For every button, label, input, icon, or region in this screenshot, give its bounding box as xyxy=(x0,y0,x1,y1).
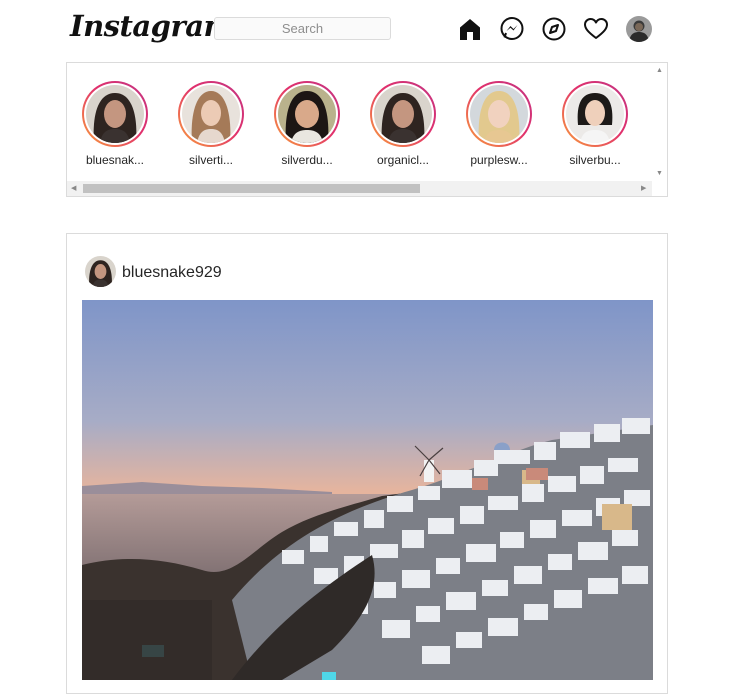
story-username: silverti... xyxy=(188,153,233,167)
top-navigation-bar: Instagram xyxy=(0,0,735,58)
story-item[interactable]: silverbu... xyxy=(552,81,638,167)
story-item[interactable]: purplesw... xyxy=(456,81,542,167)
story-avatar xyxy=(182,85,240,143)
scroll-up-icon[interactable]: ▲ xyxy=(656,67,663,74)
messenger-icon[interactable] xyxy=(499,16,525,42)
post-author-avatar[interactable] xyxy=(85,256,116,287)
explore-compass-icon[interactable] xyxy=(541,16,567,42)
story-item[interactable]: silverdu... xyxy=(264,81,350,167)
story-username: organicl... xyxy=(376,153,430,167)
scroll-right-icon[interactable]: ▶ xyxy=(641,185,646,192)
post-author-username[interactable]: bluesnake929 xyxy=(122,264,222,282)
search-input[interactable] xyxy=(214,17,391,40)
heart-icon[interactable] xyxy=(583,16,609,42)
feed-post: bluesnake929 xyxy=(66,233,668,694)
story-avatar xyxy=(278,85,336,143)
vertical-scrollbar[interactable]: ▲ ▼ xyxy=(652,63,667,181)
story-item[interactable]: organicl... xyxy=(360,81,446,167)
story-avatar xyxy=(566,85,624,143)
story-item[interactable]: silverti... xyxy=(168,81,254,167)
story-username: bluesnak... xyxy=(85,153,145,167)
story-avatar xyxy=(374,85,432,143)
scrollbar-thumb[interactable] xyxy=(83,184,420,193)
story-username: silverbu... xyxy=(569,153,621,167)
scroll-left-icon[interactable]: ◀ xyxy=(71,185,76,192)
story-username: purplesw... xyxy=(470,153,528,167)
story-avatar xyxy=(470,85,528,143)
horizontal-scrollbar[interactable]: ◀ ▶ xyxy=(67,181,652,196)
stories-tray[interactable]: bluesnak... silverti... silverdu... orga… xyxy=(66,62,668,197)
story-item[interactable]: bluesnak... xyxy=(72,81,158,167)
profile-avatar[interactable] xyxy=(626,16,652,42)
story-avatar xyxy=(86,85,144,143)
story-username: silverdu... xyxy=(281,153,333,167)
scroll-down-icon[interactable]: ▼ xyxy=(656,170,663,177)
instagram-logo[interactable]: Instagram xyxy=(70,9,234,43)
post-photo[interactable] xyxy=(82,300,653,680)
home-icon[interactable] xyxy=(457,16,483,42)
